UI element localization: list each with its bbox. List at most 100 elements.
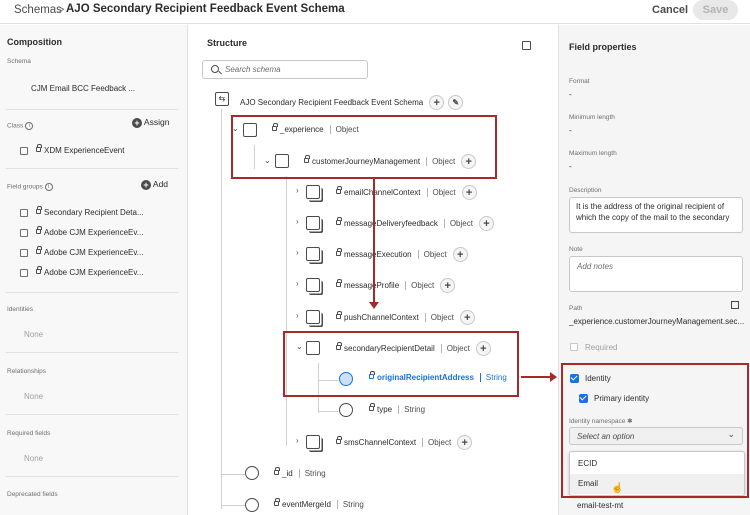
search-placeholder: Search schema [225, 65, 281, 74]
add-field-button[interactable]: + [452, 247, 468, 262]
add-field-button[interactable]: + [440, 278, 456, 293]
class-label: Class i [7, 122, 34, 130]
divider [6, 168, 178, 169]
lock-icon [336, 248, 342, 256]
object-icon [306, 278, 320, 292]
field-group-checkbox[interactable] [20, 269, 28, 277]
tree-node-delivery[interactable]: messageDeliveryfeedback Object + [336, 216, 494, 231]
add-field-button[interactable]: + [459, 310, 475, 325]
info-icon[interactable]: i [25, 122, 34, 130]
chevron-right-icon[interactable]: › [296, 311, 299, 320]
field-group-item[interactable]: Adobe CJM ExperienceEv... [36, 266, 144, 277]
add-field-button[interactable]: + [461, 185, 477, 200]
schema-root-node[interactable]: AJO Secondary Recipient Feedback Event S… [240, 95, 464, 110]
lock-icon [369, 403, 375, 411]
node-name: messageDeliveryfeedback [344, 219, 438, 228]
divider [6, 476, 178, 477]
node-type: Object [443, 219, 473, 228]
relationships-label: Relationships [7, 368, 47, 375]
object-icon [306, 310, 320, 324]
tree-line [221, 109, 222, 509]
field-group-checkbox[interactable] [20, 249, 28, 257]
chevron-right-icon[interactable]: › [296, 217, 299, 226]
schema-value[interactable]: CJM Email BCC Feedback ... [31, 84, 135, 93]
chevron-right-icon[interactable]: › [296, 186, 299, 195]
field-group-checkbox[interactable] [20, 229, 28, 237]
node-type: Object [422, 438, 451, 447]
field-properties-heading: Field properties [569, 42, 637, 52]
node-type: Object [426, 188, 456, 197]
field-group-item[interactable]: Adobe CJM ExperienceEv... [36, 226, 143, 237]
plus-icon: + [141, 179, 151, 190]
composition-panel: Composition Schema CJM Email BCC Feedbac… [0, 25, 188, 515]
add-field-button[interactable]: + [429, 95, 445, 110]
note-placeholder: Add notes [577, 262, 614, 271]
tree-node-push[interactable]: pushChannelContext Object + [336, 310, 475, 325]
tree-node-email[interactable]: emailChannelContext Object + [336, 185, 477, 200]
field-properties-panel: Field properties Format - Minimum length… [558, 25, 750, 515]
field-icon [245, 466, 259, 480]
lock-icon [274, 467, 280, 475]
tree-node-profile[interactable]: messageProfile Object + [336, 278, 456, 293]
info-icon[interactable]: i [44, 183, 53, 191]
description-field[interactable]: It is the address of the original recipi… [569, 197, 743, 233]
class-checkbox[interactable] [20, 147, 28, 155]
node-name: messageExecution [344, 250, 412, 259]
tree-node-sms[interactable]: smsChannelContext Object + [336, 435, 473, 450]
add-field-group-button[interactable]: + Add [141, 179, 168, 190]
assign-button[interactable]: + Assign [132, 117, 169, 128]
tree-node-id[interactable]: _id String [274, 467, 326, 478]
min-length-label: Minimum length [569, 114, 615, 121]
composition-heading: Composition [7, 37, 62, 47]
field-group-label: Adobe CJM ExperienceEv... [44, 248, 144, 257]
path-label: Path [569, 305, 583, 312]
divider [6, 109, 178, 110]
tree-node-event-merge-id[interactable]: eventMergeId String [274, 498, 364, 509]
save-button[interactable]: Save [693, 0, 738, 20]
copy-icon[interactable] [731, 301, 739, 309]
identities-value: None [24, 330, 44, 339]
object-icon [306, 247, 320, 261]
add-field-button[interactable]: + [478, 216, 494, 231]
max-length-value: - [569, 162, 572, 171]
add-label: Add [152, 179, 169, 189]
node-name: pushChannelContext [344, 313, 419, 322]
field-group-label: Adobe CJM ExperienceEv... [44, 268, 144, 277]
chevron-right-icon[interactable]: › [296, 248, 299, 257]
class-item-label: XDM ExperienceEvent [44, 146, 125, 155]
search-input[interactable]: Search schema [202, 60, 368, 79]
lock-icon [336, 436, 342, 444]
chevron-right-icon[interactable]: › [296, 436, 299, 445]
tree-line [286, 176, 287, 446]
breadcrumb-schemas[interactable]: Schemas [14, 4, 62, 16]
field-group-checkbox[interactable] [20, 209, 28, 217]
tree-line [221, 474, 245, 475]
field-group-label: Secondary Recipient Deta... [44, 208, 144, 217]
add-field-button[interactable]: + [457, 435, 473, 450]
tree-node-execution[interactable]: messageExecution Object + [336, 247, 468, 262]
divider [6, 352, 178, 353]
highlight-box-identity [561, 363, 749, 498]
node-type: Object [417, 250, 447, 259]
required-checkbox[interactable] [570, 343, 578, 351]
node-type: String [298, 469, 326, 478]
node-name: eventMergeId [282, 500, 331, 509]
tree-line [221, 505, 245, 506]
edit-icon[interactable]: ✎ [448, 95, 464, 110]
cancel-button[interactable]: Cancel [652, 4, 688, 16]
lock-icon [336, 279, 342, 287]
field-icon [245, 498, 259, 512]
chevron-right-icon[interactable]: › [296, 279, 299, 288]
note-field[interactable]: Add notes [569, 256, 743, 292]
lock-icon [36, 144, 42, 152]
expand-icon[interactable] [522, 41, 531, 50]
lock-icon [274, 498, 280, 506]
top-bar: Schemas > AJO Secondary Recipient Feedba… [0, 0, 750, 24]
tree-node-type[interactable]: type String [369, 403, 425, 414]
field-group-item[interactable]: Secondary Recipient Deta... [36, 206, 144, 217]
field-groups-label: Field groups i [7, 183, 53, 191]
node-type: String [398, 405, 425, 414]
field-group-item[interactable]: Adobe CJM ExperienceEv... [36, 246, 144, 257]
annotation-arrow-line [521, 376, 551, 378]
search-icon [211, 65, 219, 73]
